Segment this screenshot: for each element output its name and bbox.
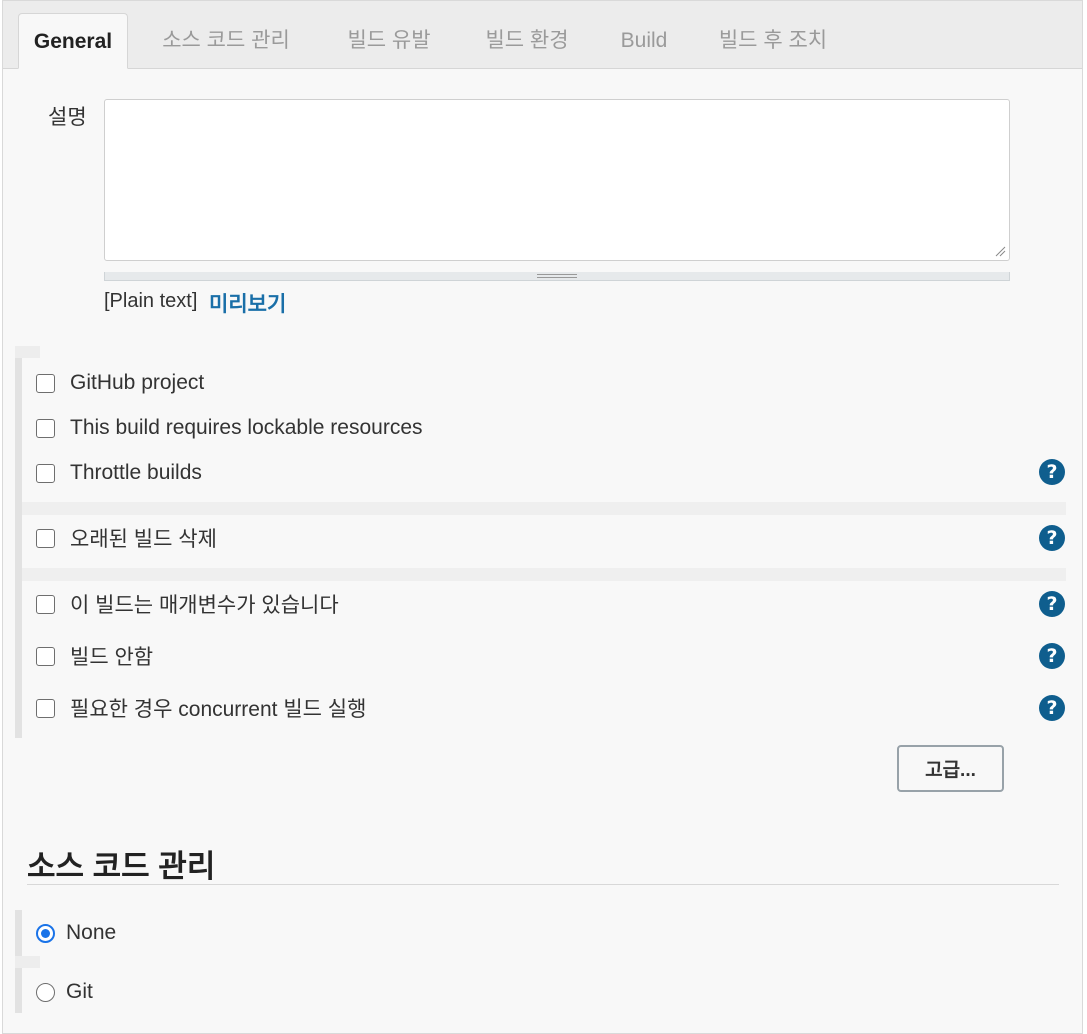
checkbox[interactable]	[36, 528, 55, 548]
tab-source-code-management[interactable]: 소스 코드 관리	[146, 13, 306, 69]
scm-section-title: 소스 코드 관리	[27, 849, 216, 884]
option-label: 오래된 빌드 삭제	[70, 528, 217, 551]
tab-build-triggers[interactable]: 빌드 유발	[333, 13, 445, 69]
checkbox[interactable]	[36, 594, 55, 614]
help-icon[interactable]: ?	[1039, 695, 1065, 721]
option-concurrent-builds[interactable]: 필요한 경우 concurrent 빌드 실행	[36, 695, 366, 721]
textarea-drag-bar[interactable]	[104, 272, 1010, 281]
help-icon[interactable]: ?	[1039, 643, 1065, 669]
option-label: 이 빌드는 매개변수가 있습니다	[70, 594, 339, 617]
radio-button[interactable]	[36, 982, 55, 1002]
option-label: 빌드 안함	[70, 646, 154, 669]
section-divider	[27, 884, 1059, 885]
option-throttle-builds[interactable]: Throttle builds	[36, 460, 202, 486]
radio-button[interactable]	[36, 923, 55, 943]
option-separator	[22, 568, 1066, 581]
scm-option-none[interactable]: None	[36, 920, 116, 946]
option-label: 필요한 경우 concurrent 빌드 실행	[70, 698, 367, 721]
description-textarea[interactable]	[104, 99, 1010, 261]
checkbox[interactable]	[36, 698, 55, 718]
help-icon[interactable]: ?	[1039, 459, 1065, 485]
advanced-button[interactable]: 고급...	[897, 745, 1004, 792]
drag-handle-icon[interactable]	[537, 274, 577, 278]
scm-group-nub	[15, 956, 40, 968]
tab-build-environment[interactable]: 빌드 환경	[471, 13, 583, 69]
section-tabbar: General 소스 코드 관리 빌드 유발 빌드 환경 Build 빌드 후 …	[3, 1, 1082, 69]
option-parameterized[interactable]: 이 빌드는 매개변수가 있습니다	[36, 591, 339, 617]
option-disable-build[interactable]: 빌드 안함	[36, 643, 153, 669]
checkbox[interactable]	[36, 373, 55, 393]
option-label: GitHub project	[70, 371, 205, 394]
option-group-top-nub	[15, 346, 40, 358]
checkbox[interactable]	[36, 646, 55, 666]
option-label: Throttle builds	[70, 461, 202, 484]
help-icon[interactable]: ?	[1039, 525, 1065, 551]
help-icon[interactable]: ?	[1039, 591, 1065, 617]
option-github-project[interactable]: GitHub project	[36, 370, 204, 396]
option-separator	[22, 502, 1066, 515]
scm-option-git[interactable]: Git	[36, 979, 93, 1005]
tab-general[interactable]: General	[18, 13, 128, 69]
option-label: This build requires lockable resources	[70, 416, 423, 439]
checkbox[interactable]	[36, 418, 55, 438]
markup-format-label: [Plain text]	[104, 290, 198, 312]
description-label: 설명	[48, 106, 87, 129]
option-lockable-resources[interactable]: This build requires lockable resources	[36, 415, 423, 441]
tab-build[interactable]: Build	[609, 13, 679, 69]
option-group-bar	[15, 346, 22, 738]
option-discard-old-builds[interactable]: 오래된 빌드 삭제	[36, 525, 217, 551]
resize-grip-icon[interactable]	[994, 245, 1006, 257]
preview-link[interactable]: 미리보기	[209, 288, 286, 318]
option-label: None	[66, 921, 117, 944]
job-config-panel: General 소스 코드 관리 빌드 유발 빌드 환경 Build 빌드 후 …	[2, 0, 1083, 1034]
option-label: Git	[66, 980, 93, 1003]
tab-post-build-actions[interactable]: 빌드 후 조치	[703, 13, 843, 69]
checkbox[interactable]	[36, 463, 55, 483]
